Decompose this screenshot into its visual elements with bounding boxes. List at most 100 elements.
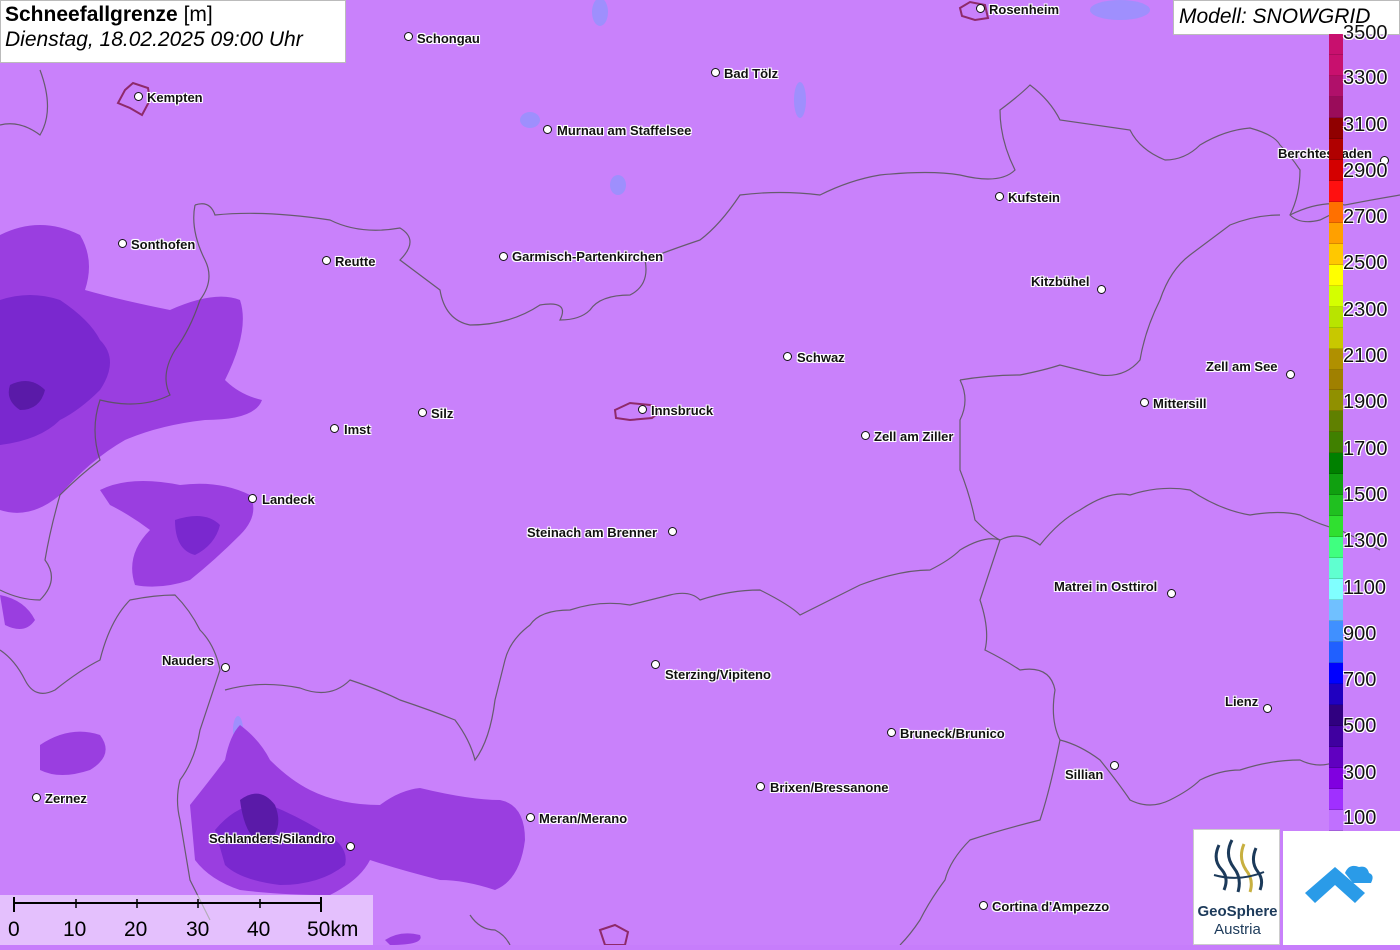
scale-tick-30: 30 xyxy=(186,918,210,941)
city-dot-kufstein[interactable] xyxy=(995,192,1004,201)
legend-swatch xyxy=(1329,285,1343,307)
city-label-silz: Silz xyxy=(431,406,454,421)
legend-swatch xyxy=(1329,117,1343,139)
snow-app-logo[interactable] xyxy=(1283,831,1400,945)
title-text: Schneefallgrenze xyxy=(5,3,178,26)
city-dot-sillian[interactable] xyxy=(1110,761,1119,770)
legend-swatch xyxy=(1329,600,1343,622)
city-dot-garmisch[interactable] xyxy=(499,252,508,261)
city-dot-schlanders[interactable] xyxy=(346,842,355,851)
legend-label-1100: 1100 xyxy=(1343,577,1387,599)
city-dot-sonthofen[interactable] xyxy=(118,239,127,248)
city-dot-zell-am-see[interactable] xyxy=(1286,370,1295,379)
city-label-reutte: Reutte xyxy=(335,254,376,269)
legend-label-2300: 2300 xyxy=(1343,299,1388,321)
legend-swatch xyxy=(1329,684,1343,705)
city-label-sterzing: Sterzing/Vipiteno xyxy=(665,667,771,682)
legend-label-1300: 1300 xyxy=(1343,530,1388,552)
legend-swatch xyxy=(1329,306,1343,328)
city-label-kufstein: Kufstein xyxy=(1008,190,1060,205)
legend-swatch xyxy=(1329,327,1343,349)
legend-label-3300: 3300 xyxy=(1343,67,1388,89)
legend-swatch xyxy=(1329,390,1343,412)
geosphere-logo[interactable]: GeoSphere Austria xyxy=(1193,829,1280,945)
city-dot-innsbruck[interactable] xyxy=(638,405,647,414)
city-dot-matrei[interactable] xyxy=(1167,589,1176,598)
scale-tick-10: 10 xyxy=(63,918,87,941)
map-canvas[interactable] xyxy=(0,0,1400,945)
city-label-landeck: Landeck xyxy=(262,492,315,507)
legend-swatch xyxy=(1329,138,1343,160)
legend-swatch xyxy=(1329,705,1343,726)
city-dot-bruneck[interactable] xyxy=(887,728,896,737)
city-dot-meran[interactable] xyxy=(526,813,535,822)
legend-swatch xyxy=(1329,495,1343,517)
legend-swatch xyxy=(1329,642,1343,664)
legend-label-1700: 1700 xyxy=(1343,438,1388,460)
city-label-kempten: Kempten xyxy=(147,90,203,105)
city-label-rosenheim: Rosenheim xyxy=(989,2,1060,17)
city-label-imst: Imst xyxy=(344,422,371,437)
legend-label-2700: 2700 xyxy=(1343,206,1388,228)
city-dot-bad-toelz[interactable] xyxy=(711,68,720,77)
city-dot-lienz[interactable] xyxy=(1263,704,1272,713)
city-label-schongau: Schongau xyxy=(417,31,480,46)
legend-label-500: 500 xyxy=(1343,715,1377,737)
city-label-zell-am-ziller: Zell am Ziller xyxy=(874,429,954,444)
legend-swatch xyxy=(1329,579,1343,601)
legend-swatch xyxy=(1329,453,1343,475)
city-dot-reutte[interactable] xyxy=(322,256,331,265)
city-dot-kitzbuehel[interactable] xyxy=(1097,285,1106,294)
legend-label-2900: 2900 xyxy=(1343,160,1388,182)
legend-swatch xyxy=(1329,243,1343,265)
city-label-lienz: Lienz xyxy=(1225,694,1259,709)
city-dot-cortina[interactable] xyxy=(979,901,988,910)
legend-swatch xyxy=(1329,621,1343,643)
legend-swatch xyxy=(1329,264,1343,286)
legend-swatch xyxy=(1329,788,1343,810)
color-legend: 3500 3300 3100 2900 2700 2500 2300 2100 … xyxy=(1329,22,1400,831)
city-dot-zernez[interactable] xyxy=(32,793,41,802)
geosphere-name: GeoSphere xyxy=(1197,903,1278,920)
city-dot-imst[interactable] xyxy=(330,424,339,433)
city-label-bad-toelz: Bad Tölz xyxy=(724,66,779,81)
city-dot-nauders[interactable] xyxy=(221,663,230,672)
city-dot-schongau[interactable] xyxy=(404,32,413,41)
legend-swatch xyxy=(1329,96,1343,118)
legend-swatch xyxy=(1329,180,1343,202)
forecast-datetime: Dienstag, 18.02.2025 09:00 Uhr xyxy=(5,28,303,51)
legend-swatch xyxy=(1329,159,1343,181)
city-dot-brixen[interactable] xyxy=(756,782,765,791)
city-dot-kempten[interactable] xyxy=(134,92,143,101)
legend-label-700: 700 xyxy=(1343,669,1377,691)
city-dot-rosenheim[interactable] xyxy=(976,4,985,13)
legend-swatch xyxy=(1329,222,1343,244)
legend-swatch xyxy=(1329,537,1343,559)
legend-swatch xyxy=(1329,809,1343,831)
city-label-schwaz: Schwaz xyxy=(797,350,845,365)
city-dot-mittersill[interactable] xyxy=(1140,398,1149,407)
legend-swatch xyxy=(1329,411,1343,433)
city-dot-schwaz[interactable] xyxy=(783,352,792,361)
legend-swatch xyxy=(1329,516,1343,538)
city-dot-steinach[interactable] xyxy=(668,527,677,536)
legend-label-1500: 1500 xyxy=(1343,484,1388,506)
scale-tick-0: 0 xyxy=(8,918,20,941)
city-label-sonthofen: Sonthofen xyxy=(131,237,196,252)
city-label-schlanders: Schlanders/Silandro xyxy=(209,831,335,846)
city-label-zernez: Zernez xyxy=(45,791,87,806)
legend-label-900: 900 xyxy=(1343,623,1377,645)
city-label-steinach: Steinach am Brenner xyxy=(527,525,658,540)
city-dot-silz[interactable] xyxy=(418,408,427,417)
city-dot-zell-am-ziller[interactable] xyxy=(861,431,870,440)
city-dot-landeck[interactable] xyxy=(248,494,257,503)
city-label-meran: Meran/Merano xyxy=(539,811,628,826)
legend-swatch xyxy=(1329,432,1343,454)
title-panel: Schneefallgrenze [m] Dienstag, 18.02.202… xyxy=(0,0,346,63)
city-dot-murnau[interactable] xyxy=(543,125,552,134)
city-label-mittersill: Mittersill xyxy=(1153,396,1207,411)
mountain-cloud-icon xyxy=(1305,865,1373,903)
city-dot-sterzing[interactable] xyxy=(651,660,660,669)
legend-label-3500: 3500 xyxy=(1343,22,1388,44)
legend-label-100: 100 xyxy=(1343,807,1377,829)
